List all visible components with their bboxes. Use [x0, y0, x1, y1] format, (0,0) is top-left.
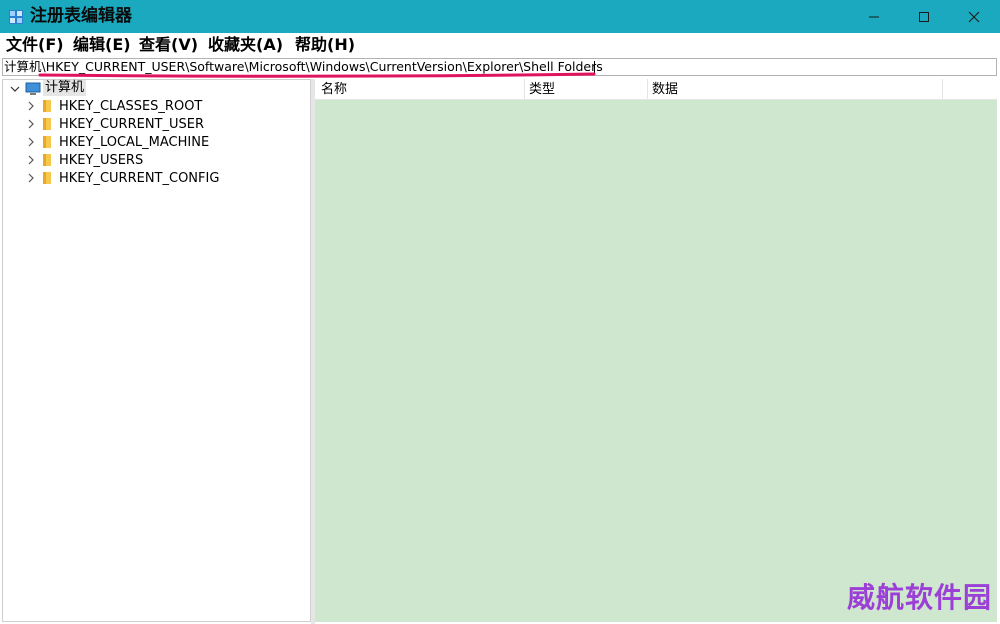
- chevron-right-icon[interactable]: [27, 119, 35, 129]
- column-divider[interactable]: [524, 79, 525, 99]
- tree-root[interactable]: 计算机: [3, 80, 303, 98]
- tree-item-label[interactable]: HKEY_LOCAL_MACHINE: [59, 134, 209, 151]
- folder-icon: [43, 100, 51, 112]
- minimize-icon: [869, 16, 879, 18]
- computer-icon: [25, 82, 41, 95]
- title-bar: 注册表编辑器: [0, 0, 1000, 33]
- tree-item-hkcr[interactable]: HKEY_CLASSES_ROOT: [3, 98, 303, 116]
- watermark: 威航软件园: [846, 581, 992, 614]
- column-header-type[interactable]: 类型: [529, 81, 555, 98]
- tree-item-hku[interactable]: HKEY_USERS: [3, 152, 303, 170]
- tree-item-label[interactable]: HKEY_CURRENT_CONFIG: [59, 170, 219, 187]
- regedit-app-icon: [8, 9, 24, 25]
- menu-file[interactable]: 文件(F): [6, 35, 64, 55]
- folder-icon: [43, 154, 51, 166]
- folder-icon: [43, 136, 51, 148]
- tree-item-label[interactable]: HKEY_CLASSES_ROOT: [59, 98, 202, 115]
- folder-icon: [43, 118, 51, 130]
- minimize-button[interactable]: [848, 0, 900, 33]
- chevron-right-icon[interactable]: [27, 155, 35, 165]
- chevron-right-icon[interactable]: [27, 137, 35, 147]
- column-divider[interactable]: [647, 79, 648, 99]
- close-icon: [968, 11, 980, 23]
- menu-help[interactable]: 帮助(H): [295, 35, 355, 55]
- column-divider[interactable]: [942, 79, 943, 99]
- tree-item-hkcu[interactable]: HKEY_CURRENT_USER: [3, 116, 303, 134]
- tree-item-label[interactable]: HKEY_USERS: [59, 152, 143, 169]
- menu-bar: 文件(F) 编辑(E) 查看(V) 收藏夹(A) 帮助(H): [0, 33, 1000, 57]
- menu-favorites[interactable]: 收藏夹(A): [208, 35, 283, 55]
- window-title: 注册表编辑器: [30, 6, 132, 26]
- menu-view[interactable]: 查看(V): [139, 35, 198, 55]
- tree-pane[interactable]: 计算机 HKEY_CLASSES_ROOT HKEY_CURRENT_USER …: [2, 79, 311, 622]
- menu-edit[interactable]: 编辑(E): [73, 35, 131, 55]
- values-list-pane[interactable]: 名称 类型 数据: [315, 79, 997, 622]
- close-button[interactable]: [948, 0, 1000, 33]
- maximize-icon: [919, 12, 929, 22]
- list-header: 名称 类型 数据: [315, 79, 997, 100]
- tree-item-label[interactable]: HKEY_CURRENT_USER: [59, 116, 204, 133]
- tree-root-label[interactable]: 计算机: [43, 80, 87, 96]
- chevron-down-icon[interactable]: [10, 85, 20, 93]
- chevron-right-icon[interactable]: [27, 173, 35, 183]
- maximize-button[interactable]: [898, 0, 950, 33]
- chevron-right-icon[interactable]: [27, 101, 35, 111]
- folder-icon: [43, 172, 51, 184]
- tree-item-hklm[interactable]: HKEY_LOCAL_MACHINE: [3, 134, 303, 152]
- column-header-name[interactable]: 名称: [321, 81, 347, 98]
- column-header-data[interactable]: 数据: [652, 81, 678, 98]
- tree-item-hkcc[interactable]: HKEY_CURRENT_CONFIG: [3, 170, 303, 188]
